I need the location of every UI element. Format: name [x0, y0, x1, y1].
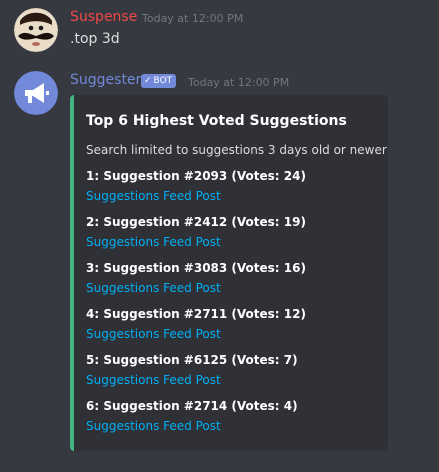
bot-tag: ✓ BOT: [141, 74, 177, 88]
embed-title: Top 6 Highest Voted Suggestions: [86, 113, 347, 129]
username-suggester[interactable]: Suggester: [70, 72, 141, 88]
megaphone-avatar[interactable]: [14, 71, 58, 115]
field-name: 1: Suggestion #2093 (Votes: 24): [86, 169, 306, 183]
mustache-face-icon: [14, 8, 58, 52]
message-timestamp: Today at 12:00 PM: [188, 76, 290, 89]
embed-field: 2: Suggestion #2412 (Votes: 19) Suggesti…: [86, 213, 376, 251]
username-suspense[interactable]: Suspense: [70, 9, 137, 25]
field-name: 2: Suggestion #2412 (Votes: 19): [86, 215, 306, 229]
suggestions-embed: Top 6 Highest Voted Suggestions Search l…: [70, 95, 388, 451]
suggestions-feed-link[interactable]: Suggestions Feed Post: [86, 279, 221, 297]
message-content: .top 3d: [70, 31, 120, 47]
field-name: 4: Suggestion #2711 (Votes: 12): [86, 307, 306, 321]
message-timestamp: Today at 12:00 PM: [142, 12, 244, 25]
suggestions-feed-link[interactable]: Suggestions Feed Post: [86, 417, 221, 435]
field-name: 5: Suggestion #6125 (Votes: 7): [86, 353, 298, 367]
embed-field: 4: Suggestion #2711 (Votes: 12) Suggesti…: [86, 305, 376, 343]
embed-field: 6: Suggestion #2714 (Votes: 4) Suggestio…: [86, 397, 376, 435]
suggestions-feed-link[interactable]: Suggestions Feed Post: [86, 371, 221, 389]
check-icon: ✓: [144, 76, 152, 86]
embed-field: 5: Suggestion #6125 (Votes: 7) Suggestio…: [86, 351, 376, 389]
embed-description: Search limited to suggestions 3 days old…: [86, 143, 387, 157]
megaphone-icon: [14, 71, 58, 115]
suggestions-feed-link[interactable]: Suggestions Feed Post: [86, 325, 221, 343]
field-name: 6: Suggestion #2714 (Votes: 4): [86, 399, 298, 413]
chat-channel: Suspense Today at 12:00 PM .top 3d Sugge…: [0, 0, 439, 472]
embed-accent-bar: [70, 95, 74, 451]
field-name: 3: Suggestion #3083 (Votes: 16): [86, 261, 306, 275]
suggestions-feed-link[interactable]: Suggestions Feed Post: [86, 233, 221, 251]
embed-field: 1: Suggestion #2093 (Votes: 24) Suggesti…: [86, 167, 376, 205]
embed-field: 3: Suggestion #3083 (Votes: 16) Suggesti…: [86, 259, 376, 297]
suggestions-feed-link[interactable]: Suggestions Feed Post: [86, 187, 221, 205]
bot-tag-label: BOT: [153, 76, 173, 86]
mustache-face-avatar[interactable]: [14, 8, 58, 52]
